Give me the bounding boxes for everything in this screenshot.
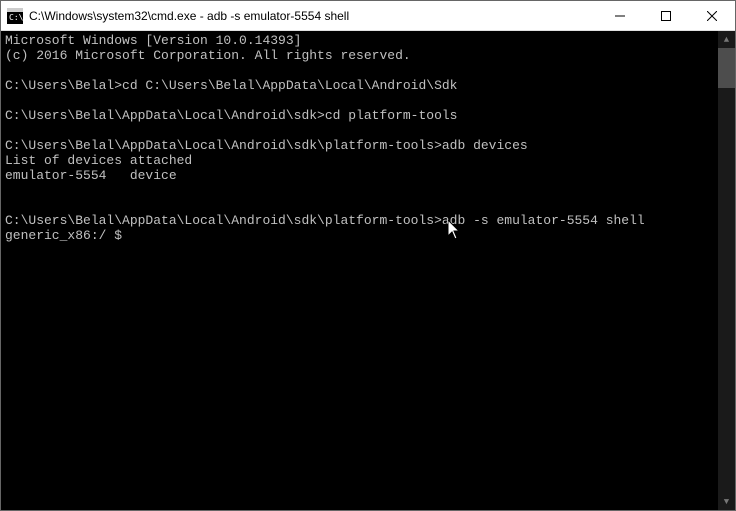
scroll-thumb[interactable] bbox=[718, 48, 735, 88]
terminal-line: C:\Users\Belal\AppData\Local\Android\sdk… bbox=[5, 138, 528, 153]
scrollbar[interactable]: ▲ ▼ bbox=[718, 31, 735, 510]
window-title: C:\Windows\system32\cmd.exe - adb -s emu… bbox=[29, 9, 597, 23]
terminal-line: (c) 2016 Microsoft Corporation. All righ… bbox=[5, 48, 411, 63]
window-controls bbox=[597, 1, 735, 30]
terminal-line: emulator-5554 device bbox=[5, 168, 177, 183]
close-button[interactable] bbox=[689, 1, 735, 30]
scroll-down-arrow-icon[interactable]: ▼ bbox=[718, 493, 735, 510]
terminal-line: C:\Users\Belal\AppData\Local\Android\sdk… bbox=[5, 108, 457, 123]
terminal-line: generic_x86:/ $ bbox=[5, 228, 122, 243]
titlebar[interactable]: C:\ C:\Windows\system32\cmd.exe - adb -s… bbox=[1, 1, 735, 31]
terminal-line: C:\Users\Belal>cd C:\Users\Belal\AppData… bbox=[5, 78, 457, 93]
terminal-area[interactable]: Microsoft Windows [Version 10.0.14393] (… bbox=[1, 31, 735, 510]
terminal-content[interactable]: Microsoft Windows [Version 10.0.14393] (… bbox=[1, 31, 718, 510]
cmd-icon: C:\ bbox=[7, 8, 23, 24]
terminal-line: List of devices attached bbox=[5, 153, 192, 168]
maximize-button[interactable] bbox=[643, 1, 689, 30]
terminal-line: Microsoft Windows [Version 10.0.14393] bbox=[5, 33, 301, 48]
scroll-up-arrow-icon[interactable]: ▲ bbox=[718, 31, 735, 48]
cmd-window: C:\ C:\Windows\system32\cmd.exe - adb -s… bbox=[0, 0, 736, 511]
terminal-line: C:\Users\Belal\AppData\Local\Android\sdk… bbox=[5, 213, 645, 228]
svg-text:C:\: C:\ bbox=[9, 13, 23, 22]
minimize-button[interactable] bbox=[597, 1, 643, 30]
